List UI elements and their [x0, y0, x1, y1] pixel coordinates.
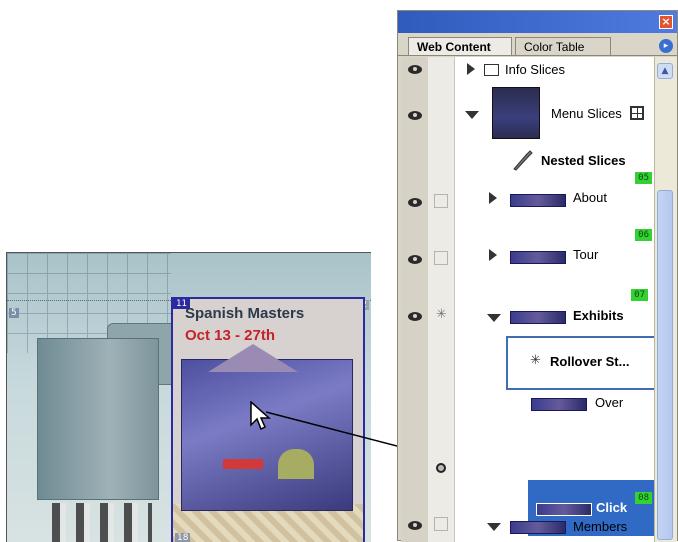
rollover-state-icon: ✳ [436, 307, 447, 322]
museum-roof [208, 344, 298, 372]
expand-arrow-icon[interactable] [467, 63, 475, 75]
list-item-info-slices[interactable]: Info Slices [455, 57, 654, 87]
scroll-up-button[interactable]: ▲ [657, 63, 673, 79]
eye-icon[interactable] [408, 65, 422, 74]
link-box[interactable] [434, 194, 448, 208]
list-item-over[interactable]: Over [455, 390, 654, 420]
scroll-thumb[interactable] [657, 190, 673, 540]
list-item-label: Menu Slices [551, 106, 622, 121]
list-item-label: Nested Slices [541, 153, 626, 168]
slice-thumbnail [510, 194, 566, 207]
expand-arrow-icon[interactable] [489, 249, 497, 261]
tab-web-content[interactable]: Web Content [408, 37, 512, 55]
vertical-scrollbar[interactable]: ▲ [654, 57, 677, 542]
collapse-arrow-icon[interactable] [487, 314, 501, 322]
web-content-palette: × Web Content Color Table ▸ Info Slices … [397, 10, 678, 542]
palette-menu-button[interactable]: ▸ [659, 39, 673, 53]
eye-icon[interactable] [408, 521, 422, 530]
list-item-menu-slices[interactable]: Menu Slices [455, 84, 654, 144]
list-item-tour[interactable]: 06 Tour [455, 227, 654, 273]
eye-icon[interactable] [408, 111, 422, 120]
nested-slices-icon [513, 150, 533, 171]
close-button[interactable]: × [659, 15, 673, 29]
list-item-exhibits[interactable]: 07 Exhibits [455, 289, 654, 335]
collapse-arrow-icon[interactable] [487, 523, 501, 531]
slice-list[interactable]: Info Slices Menu Slices Nested Slices 05… [401, 57, 654, 542]
list-item-about[interactable]: 05 About [455, 170, 654, 216]
slice-badge: 08 [635, 492, 652, 504]
slice-tag-left: 5 [9, 308, 19, 318]
palette-tabs: Web Content Color Table ▸ [398, 33, 677, 56]
list-item-rollover-states[interactable]: ✳ Rollover St... [455, 349, 654, 379]
background-posts [52, 503, 152, 542]
list-item-label: Exhibits [573, 308, 624, 323]
list-item-label: Rollover St... [550, 354, 630, 369]
slice-thumbnail [531, 398, 587, 411]
link-box[interactable] [434, 517, 448, 531]
list-item-members[interactable]: 08 Members [455, 492, 654, 538]
list-item-label: Members [573, 519, 628, 534]
expand-arrow-icon[interactable] [489, 192, 497, 204]
slice-title: Spanish Masters [185, 305, 305, 322]
tab-color-table[interactable]: Color Table [515, 37, 611, 55]
eye-icon[interactable] [408, 312, 422, 321]
document-canvas[interactable]: 5 12 11 Spanish Masters Oct 13 - 27th 18 [6, 252, 371, 542]
cursor-icon [250, 401, 271, 431]
slice-thumbnail [510, 521, 566, 534]
museum-building-image [181, 359, 353, 511]
grid-icon [630, 106, 644, 120]
link-target-icon[interactable] [436, 463, 446, 473]
slice-badge: 07 [631, 289, 648, 301]
slice-date: Oct 13 - 27th [185, 327, 276, 344]
slice-badge: 05 [635, 172, 652, 184]
eye-icon[interactable] [408, 255, 422, 264]
folder-icon [484, 64, 499, 76]
link-box[interactable] [434, 251, 448, 265]
slice-badge: 06 [635, 229, 652, 241]
list-item-label: Tour [573, 247, 599, 262]
background-building [37, 338, 159, 500]
list-item-label: Info Slices [505, 62, 565, 77]
slice-thumbnail [510, 251, 566, 264]
rollover-state-icon: ✳ [530, 352, 541, 367]
list-item-label: Over [595, 395, 624, 410]
menu-slices-thumbnail [492, 87, 540, 139]
visibility-column [401, 57, 429, 542]
collapse-arrow-icon[interactable] [465, 111, 479, 119]
gazebo [278, 449, 314, 479]
red-awning [223, 459, 263, 469]
list-item-label: About [573, 190, 607, 205]
palette-titlebar[interactable]: × [398, 11, 677, 33]
eye-icon[interactable] [408, 198, 422, 207]
slice-thumbnail [510, 311, 566, 324]
